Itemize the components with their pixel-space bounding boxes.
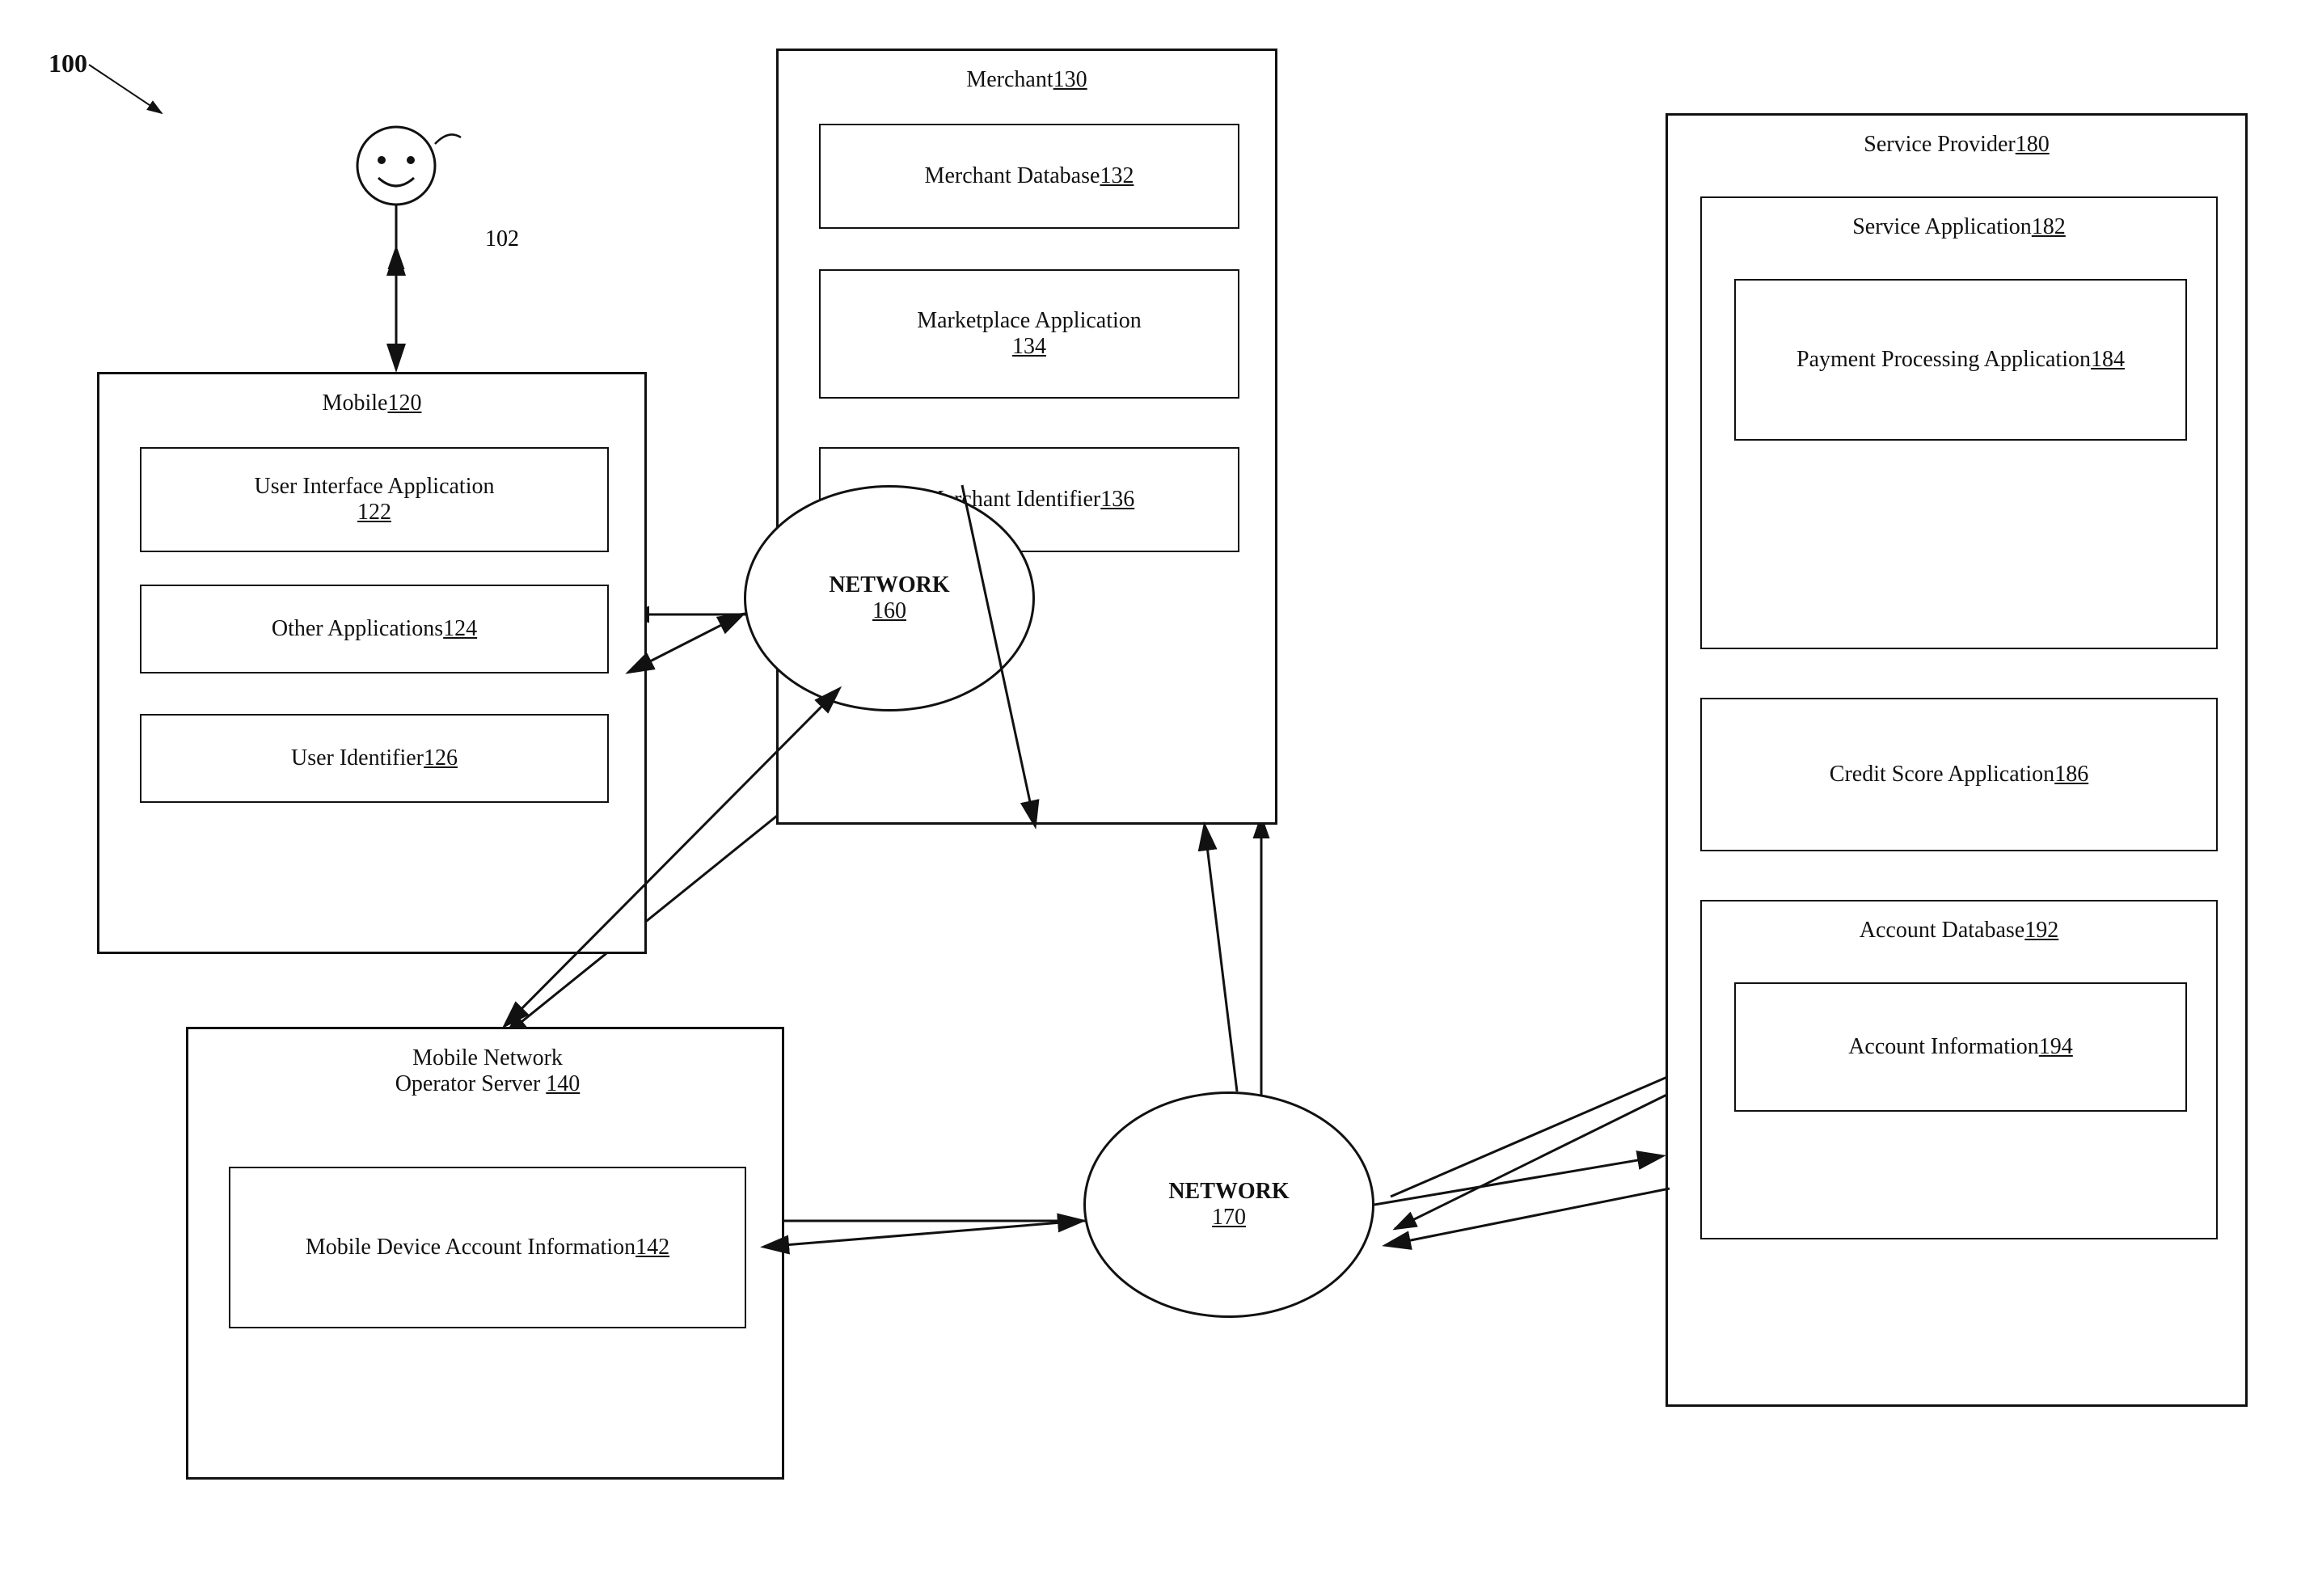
credit-score-box: Credit Score Application186	[1700, 698, 2218, 851]
mno-info-number: 142	[635, 1235, 669, 1260]
service-app-label: Service Application	[1852, 214, 2032, 239]
account-db-label: Account Database	[1860, 918, 2024, 943]
marketplace-app-label: Marketplace Application	[917, 308, 1142, 333]
account-info-label: Account Information	[1848, 1034, 2039, 1059]
network160-label: NETWORK	[829, 572, 949, 598]
service-app-outer-box: Service Application182 Payment Processin…	[1700, 196, 2218, 649]
mobile-ui-app-label: User Interface Application	[255, 474, 495, 499]
mno-label: Mobile NetworkOperator Server	[395, 1045, 563, 1096]
mobile-number: 120	[387, 391, 421, 416]
mno-number: 140	[546, 1071, 580, 1096]
person-label: 102	[485, 226, 519, 252]
credit-score-label: Credit Score Application	[1830, 762, 2054, 787]
payment-app-number: 184	[2091, 347, 2125, 372]
person-icon	[315, 121, 477, 267]
mobile-outer-box: Mobile120 User Interface Application 122…	[97, 372, 647, 954]
mobile-other-apps-box: Other Applications124	[140, 585, 609, 673]
payment-app-box: Payment Processing Application184	[1734, 279, 2187, 441]
merchant-label: Merchant	[966, 67, 1053, 92]
mno-info-label: Mobile Device Account Information	[306, 1235, 635, 1260]
mno-outer-box: Mobile NetworkOperator Server 140 Mobile…	[186, 1027, 784, 1480]
account-info-box: Account Information194	[1734, 982, 2187, 1112]
mobile-ui-app-box: User Interface Application 122	[140, 447, 609, 552]
mobile-user-id-label: User Identifier	[291, 745, 424, 771]
network-160-ellipse: NETWORK 160	[744, 485, 1035, 711]
service-provider-outer-box: Service Provider180 Service Application1…	[1666, 113, 2248, 1407]
network170-label: NETWORK	[1168, 1179, 1289, 1205]
marketplace-app-box: Marketplace Application 134	[819, 269, 1239, 399]
mobile-user-id-box: User Identifier126	[140, 714, 609, 803]
fig-arrow	[81, 57, 178, 121]
mno-info-box: Mobile Device Account Information142	[229, 1167, 746, 1328]
account-info-number: 194	[2039, 1034, 2073, 1059]
merchant-number: 130	[1053, 67, 1087, 92]
merchant-db-box: Merchant Database132	[819, 124, 1239, 229]
mobile-other-apps-label: Other Applications	[272, 616, 443, 641]
credit-score-number: 186	[2054, 762, 2088, 787]
mobile-label: Mobile	[323, 391, 388, 416]
account-db-number: 192	[2024, 918, 2058, 943]
network-170-ellipse: NETWORK 170	[1083, 1091, 1374, 1318]
merchant-outer-box: Merchant130 Merchant Database132 Marketp…	[776, 49, 1277, 825]
mobile-other-apps-number: 124	[443, 616, 477, 641]
merchant-db-number: 132	[1100, 163, 1134, 188]
marketplace-app-number: 134	[1012, 334, 1046, 359]
network170-number: 170	[1168, 1205, 1289, 1231]
account-db-outer-box: Account Database192 Account Information1…	[1700, 900, 2218, 1239]
mobile-ui-app-number: 122	[357, 500, 391, 525]
mobile-user-id-number: 126	[424, 745, 458, 771]
diagram: 100 102 Mobile120 User Interface A	[0, 0, 2301, 1596]
merchant-db-label: Merchant Database	[925, 163, 1100, 188]
service-provider-number: 180	[2016, 132, 2050, 157]
merchant-id-number: 136	[1100, 487, 1134, 512]
service-app-number: 182	[2032, 214, 2066, 239]
network160-number: 160	[829, 598, 949, 624]
payment-app-label: Payment Processing Application	[1796, 347, 2091, 372]
service-provider-label: Service Provider	[1864, 132, 2015, 157]
